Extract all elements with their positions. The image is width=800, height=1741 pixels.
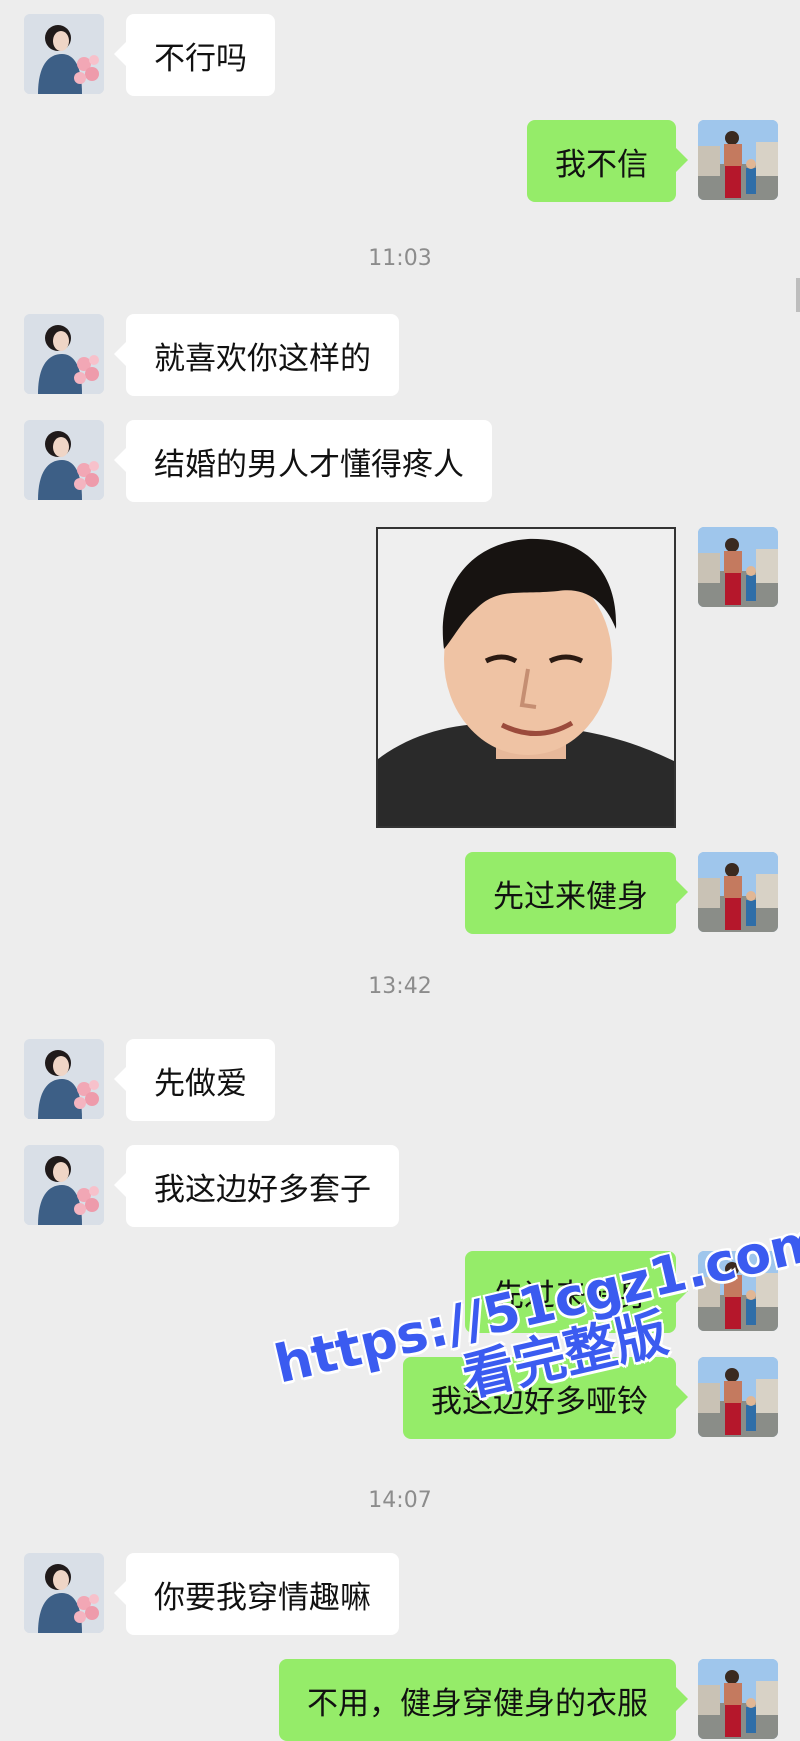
- contact-avatar[interactable]: [24, 314, 104, 394]
- contact-avatar[interactable]: [24, 1145, 104, 1225]
- message-bubble[interactable]: 不用，健身穿健身的衣服: [279, 1659, 688, 1741]
- message-bubble[interactable]: 我不信: [527, 120, 688, 202]
- message-bubble[interactable]: 先过来健身: [465, 852, 688, 934]
- message-row: 先做爱: [0, 1039, 800, 1121]
- message-row: 不用，健身穿健身的衣服: [0, 1659, 800, 1741]
- self-avatar[interactable]: [698, 120, 778, 200]
- self-avatar[interactable]: [698, 527, 778, 607]
- photo-message[interactable]: [376, 527, 676, 828]
- message-row: 结婚的男人才懂得疼人: [0, 420, 800, 502]
- contact-avatar[interactable]: [24, 14, 104, 94]
- message-bubble[interactable]: 不行吗: [114, 14, 275, 96]
- scrollbar[interactable]: [796, 278, 800, 312]
- contact-avatar[interactable]: [24, 1039, 104, 1119]
- contact-avatar[interactable]: [24, 420, 104, 500]
- message-row: 你要我穿情趣嘛: [0, 1553, 800, 1635]
- message-row: 先过来健身: [0, 852, 800, 934]
- message-row: 就喜欢你这样的: [0, 314, 800, 396]
- message-bubble[interactable]: 就喜欢你这样的: [114, 314, 399, 396]
- message-row: 我这边好多套子: [0, 1145, 800, 1227]
- message-bubble[interactable]: 先做爱: [114, 1039, 275, 1121]
- self-avatar[interactable]: [698, 852, 778, 932]
- timestamp: 13:42: [368, 974, 432, 999]
- message-row: 我不信: [0, 120, 800, 202]
- message-bubble[interactable]: 我这边好多套子: [114, 1145, 399, 1227]
- contact-avatar[interactable]: [24, 1553, 104, 1633]
- timestamp: 11:03: [368, 246, 432, 271]
- self-avatar[interactable]: [698, 1659, 778, 1739]
- message-row: 不行吗: [0, 14, 800, 96]
- self-avatar[interactable]: [698, 1357, 778, 1437]
- message-bubble[interactable]: 结婚的男人才懂得疼人: [114, 420, 492, 502]
- message-bubble[interactable]: 你要我穿情趣嘛: [114, 1553, 399, 1635]
- smiling-man-photo-sticker: [378, 529, 674, 826]
- timestamp: 14:07: [368, 1488, 432, 1513]
